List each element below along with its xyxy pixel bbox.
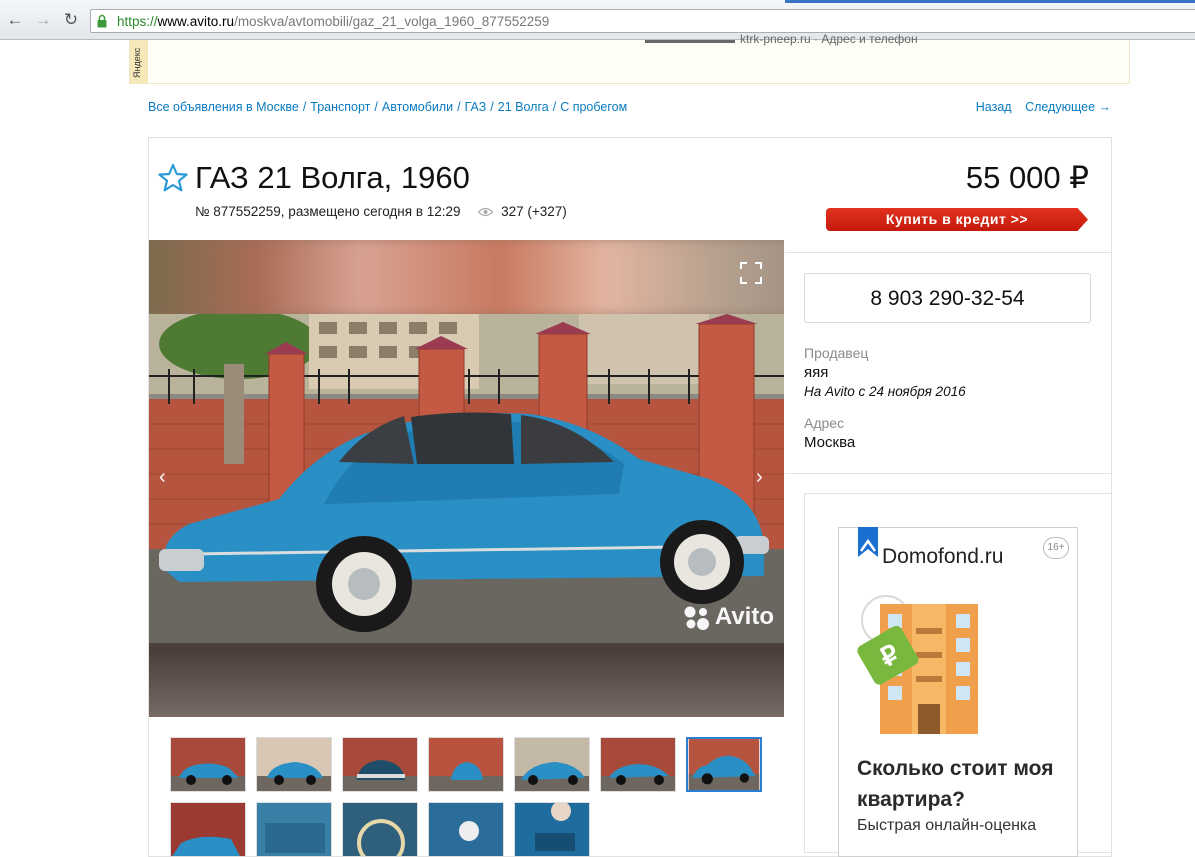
photo-gallery[interactable]: ‹ › Avito: [149, 240, 784, 717]
thumbnail[interactable]: [428, 737, 504, 792]
pager: Назад Следующее →: [966, 100, 1111, 114]
listing-meta: № 877552259, размещено сегодня в 12:29 3…: [195, 204, 567, 219]
breadcrumb-item[interactable]: 21 Волга: [498, 100, 549, 114]
back-arrow-icon[interactable]: ←: [6, 11, 24, 29]
forward-arrow-icon[interactable]: →: [34, 11, 52, 29]
thumbnail[interactable]: [256, 802, 332, 857]
domofond-logo-text: Domofond.ru: [882, 545, 1004, 568]
breadcrumb-item[interactable]: Автомобили: [382, 100, 453, 114]
thumbnail[interactable]: [342, 737, 418, 792]
age-rating-badge: 16+: [1043, 537, 1069, 559]
banner-label: Яндекс: [130, 40, 148, 83]
next-photo-arrow-icon[interactable]: ›: [756, 467, 772, 487]
thumbnail[interactable]: [428, 802, 504, 857]
thumbnail[interactable]: [170, 802, 246, 857]
avito-logo-icon: [684, 606, 709, 630]
favorite-star-icon[interactable]: [158, 163, 188, 193]
listing-number-date: № 877552259, размещено сегодня в 12:29: [195, 204, 461, 219]
breadcrumb-item[interactable]: Транспорт: [310, 100, 370, 114]
reload-icon[interactable]: ↻: [62, 11, 80, 29]
prev-photo-arrow-icon[interactable]: ‹: [159, 467, 175, 487]
buy-on-credit-button[interactable]: Купить в кредит >>: [826, 208, 1088, 231]
thumbnail[interactable]: [342, 802, 418, 857]
contact-divider: [785, 473, 1111, 474]
lock-icon: [97, 14, 107, 28]
url-text: https://www.avito.ru/moskva/avtomobili/g…: [117, 14, 550, 29]
seller-label: Продавец: [804, 345, 869, 361]
listing-title: ГАЗ 21 Волга, 1960: [195, 160, 470, 195]
header-divider: [785, 252, 1111, 253]
address-bar[interactable]: https://www.avito.ru/moskva/avtomobili/g…: [90, 9, 1195, 33]
main-photo[interactable]: [149, 314, 784, 643]
banner-image: [645, 40, 735, 43]
breadcrumb: Все объявления в Москве / Транспорт / Автомо…: [148, 100, 628, 114]
browser-toolbar: ← → ↻ https://www.avito.ru/moskva/avtomo…: [0, 0, 1195, 40]
price: 55 000 ₽: [965, 160, 1089, 195]
ad-headline: Сколько стоит моя квартира?: [857, 757, 1054, 811]
address-label: Адрес: [804, 415, 845, 431]
gallery-blur-top: [149, 240, 784, 318]
breadcrumb-item[interactable]: Все объявления в Москве: [148, 100, 299, 114]
eye-icon: [478, 208, 494, 217]
phone-number-button[interactable]: 8 903 290-32-54: [804, 273, 1091, 323]
thumbnail[interactable]: [256, 737, 332, 792]
thumbnail[interactable]: [514, 737, 590, 792]
breadcrumb-item[interactable]: ГАЗ: [465, 100, 487, 114]
address-value: Москва: [804, 434, 856, 451]
gallery-blur-bottom: [149, 639, 784, 717]
domofond-logo-icon: [858, 527, 878, 557]
thumbnail[interactable]: [170, 737, 246, 792]
breadcrumb-item[interactable]: С пробегом: [560, 100, 627, 114]
back-link[interactable]: Назад: [976, 100, 1012, 114]
avito-watermark: Avito: [683, 603, 774, 631]
thumbnail-active[interactable]: [686, 737, 762, 792]
building-illustration-icon: ₽: [857, 595, 978, 734]
seller-name[interactable]: яяя: [804, 364, 828, 381]
thumbnail[interactable]: [600, 737, 676, 792]
view-count: 327 (+327): [501, 204, 567, 219]
ad-subtitle: Быстрая онлайн-оценка: [857, 817, 1037, 834]
banner-text: ktrk-pneep.ru · Адрес и телефон: [740, 32, 918, 46]
top-ad-banner[interactable]: Яндекс ktrk-pneep.ru · Адрес и телефон: [129, 32, 1130, 84]
fullscreen-icon[interactable]: [740, 262, 762, 284]
seller-since: На Avito с 24 ноября 2016: [804, 384, 966, 399]
next-link[interactable]: Следующее →: [1025, 100, 1111, 114]
thumbnail[interactable]: [514, 802, 590, 857]
tab-strip: [785, 0, 1195, 3]
